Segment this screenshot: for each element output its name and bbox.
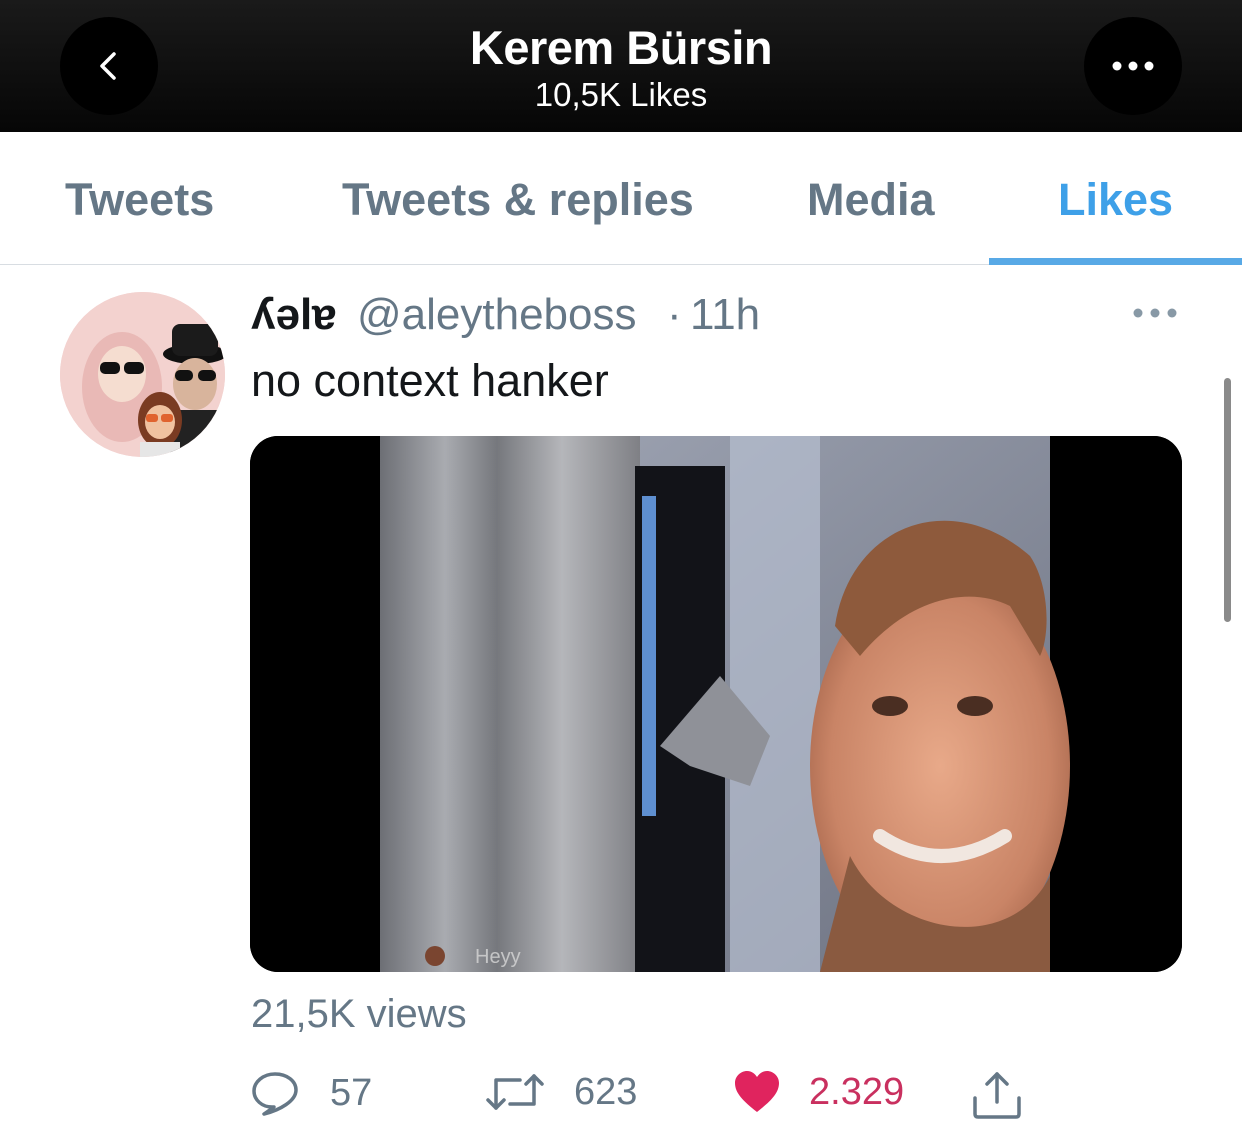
profile-header: Kerem Bürsin 10,5K Likes bbox=[0, 0, 1242, 132]
share-icon bbox=[973, 1072, 1021, 1119]
tab-likes[interactable]: Likes bbox=[1058, 174, 1173, 226]
like-count: 2.329 bbox=[809, 1070, 905, 1113]
tweet-display-name[interactable]: ʎǝlɐ bbox=[251, 290, 337, 340]
tweet-more-button[interactable] bbox=[1130, 300, 1180, 326]
share-button[interactable] bbox=[970, 1070, 1024, 1120]
avatar-image bbox=[60, 292, 225, 457]
retweet-button[interactable]: 623 bbox=[486, 1070, 637, 1114]
profile-name-title: Kerem Bürsin bbox=[469, 21, 773, 74]
retweet-icon bbox=[486, 1074, 544, 1110]
heart-icon bbox=[735, 1071, 779, 1112]
likes-count-subtitle: 10,5K Likes bbox=[534, 76, 708, 113]
tweet-separator: · bbox=[667, 290, 682, 339]
more-options-button[interactable] bbox=[1084, 17, 1182, 115]
reply-count: 57 bbox=[330, 1071, 373, 1114]
video-frame bbox=[250, 436, 1182, 972]
retweet-count: 623 bbox=[574, 1070, 638, 1113]
tab-media[interactable]: Media bbox=[807, 174, 935, 226]
video-caption-overlay: Heyy bbox=[475, 946, 521, 968]
reply-icon bbox=[252, 1072, 298, 1116]
more-horizontal-icon bbox=[1133, 308, 1177, 318]
tweet-timestamp[interactable]: 11h bbox=[690, 290, 760, 340]
tweet-handle[interactable]: @aleytheboss bbox=[357, 290, 637, 340]
profile-tabs: Tweets Tweets & replies Media Likes bbox=[0, 132, 1242, 265]
tab-tweets-and-replies[interactable]: Tweets & replies bbox=[342, 174, 694, 226]
active-tab-indicator bbox=[989, 258, 1242, 265]
reply-button[interactable]: 57 bbox=[250, 1070, 372, 1116]
more-horizontal-icon bbox=[1112, 61, 1154, 71]
tweet-text: no context hanker bbox=[251, 355, 609, 406]
video-views: 21,5K views bbox=[251, 992, 467, 1036]
tab-tweets[interactable]: Tweets bbox=[65, 174, 214, 226]
tweet-video[interactable] bbox=[250, 436, 1182, 972]
like-button[interactable]: 2.329 bbox=[733, 1070, 904, 1114]
scrollbar[interactable] bbox=[1224, 378, 1231, 622]
avatar[interactable] bbox=[60, 292, 225, 457]
